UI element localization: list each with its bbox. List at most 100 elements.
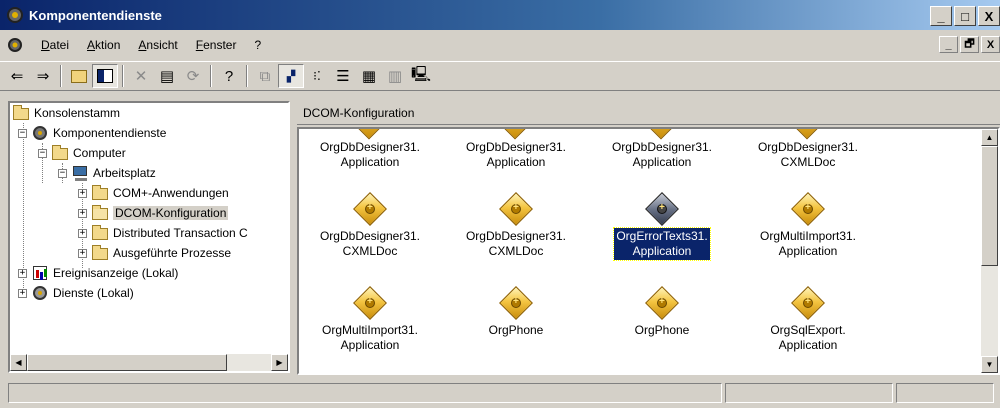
- collapse-icon[interactable]: −: [58, 168, 67, 178]
- computer-icon: 🖳: [410, 65, 431, 83]
- menu-bar: Datei Aktion Ansicht Fenster ? _ 🗗 X: [0, 33, 1000, 57]
- expand-icon[interactable]: +: [18, 288, 27, 298]
- item-label: OrgDbDesigner31. Application: [464, 139, 568, 171]
- item-label: OrgDbDesigner31. CXMLDoc: [318, 228, 422, 260]
- maximize-button[interactable]: □: [954, 6, 976, 26]
- small-icons-button[interactable]: ⁝⁚: [304, 64, 330, 88]
- list-item[interactable]: OrgDbDesigner31. CXMLDoc: [305, 192, 435, 260]
- scroll-up-icon[interactable]: ▲: [981, 129, 998, 146]
- scroll-thumb[interactable]: [27, 354, 227, 371]
- delete-button[interactable]: ✕: [128, 64, 154, 88]
- item-label-line2: Application: [632, 244, 692, 258]
- tree-item-computer[interactable]: − Computer: [38, 143, 126, 163]
- item-label: OrgMultiImport31. Application: [320, 322, 420, 354]
- child-minimize-button[interactable]: _: [939, 36, 958, 53]
- help-icon: ?: [224, 67, 234, 85]
- component-services-icon: [31, 125, 49, 141]
- scroll-left-icon[interactable]: ◀: [10, 354, 27, 371]
- console-tree[interactable]: Konsolenstamm − Komponentendienste − Com…: [8, 101, 290, 373]
- child-close-button[interactable]: X: [981, 36, 1000, 53]
- list-item[interactable]: OrgMultiImport31. Application: [305, 286, 435, 354]
- tree-label: COM+-Anwendungen: [113, 186, 229, 200]
- folder-icon: [51, 145, 69, 161]
- expand-icon[interactable]: +: [78, 228, 87, 238]
- collapse-icon[interactable]: −: [38, 148, 47, 158]
- help-button[interactable]: ?: [216, 64, 242, 88]
- tree-label: DCOM-Konfiguration: [113, 206, 229, 220]
- mmc-icon[interactable]: [7, 37, 23, 53]
- refresh-button[interactable]: ⟳: [180, 64, 206, 88]
- expand-icon[interactable]: +: [78, 208, 87, 218]
- expand-icon[interactable]: +: [78, 248, 87, 258]
- status-panel-2: [725, 383, 893, 403]
- list-item[interactable]: OrgDbDesigner31. Application: [305, 129, 435, 171]
- large-icons-button[interactable]: ▞: [278, 64, 304, 88]
- menu-ansicht[interactable]: Ansicht: [129, 38, 186, 52]
- collapse-icon[interactable]: −: [18, 128, 27, 138]
- window-title: Komponentendienste: [29, 7, 162, 23]
- details-view-button[interactable]: ▦: [356, 64, 382, 88]
- tree-item-dienste[interactable]: + Dienste (Lokal): [18, 283, 134, 303]
- close-button[interactable]: X: [978, 6, 1000, 26]
- list-item[interactable]: OrgDbDesigner31. Application: [451, 129, 581, 171]
- tree-item-ereignisanzeige[interactable]: + Ereignisanzeige (Lokal): [18, 263, 178, 283]
- tree-item-konsolenstamm[interactable]: Konsolenstamm: [12, 103, 120, 123]
- menu-fenster[interactable]: Fenster: [187, 38, 246, 52]
- tree-item-ausgefuehrte-prozesse[interactable]: + Ausgeführte Prozesse: [78, 243, 231, 263]
- scroll-right-icon[interactable]: ▶: [271, 354, 288, 371]
- tree-horizontal-scrollbar[interactable]: ◀ ▶: [10, 354, 288, 371]
- services-gears-icon: [31, 285, 49, 301]
- item-label-line1: OrgDbDesigner31.: [611, 140, 713, 154]
- small-icons-icon: ⁝⁚: [313, 69, 321, 83]
- item-label-line2: Application: [632, 155, 692, 169]
- status-panel-main: [8, 383, 722, 403]
- tree-label: Konsolenstamm: [34, 106, 121, 120]
- list-item[interactable]: OrgPhone: [597, 286, 727, 339]
- child-restore-button[interactable]: 🗗: [960, 36, 979, 53]
- list-item[interactable]: OrgPhone: [451, 286, 581, 339]
- icon-view[interactable]: OrgDbDesigner31. Application OrgDbDesign…: [297, 127, 1000, 375]
- back-button[interactable]: ⇐: [4, 64, 30, 88]
- computer-icon: [71, 165, 89, 181]
- tree-item-com-anwendungen[interactable]: + COM+-Anwendungen: [78, 183, 229, 203]
- scroll-thumb[interactable]: [981, 146, 998, 266]
- folder-icon: [12, 105, 30, 121]
- new-window-button[interactable]: ⧉: [252, 64, 278, 88]
- tree-label: Ereignisanzeige (Lokal): [53, 266, 179, 280]
- result-pane: DCOM-Konfiguration OrgDbDesigner31. Appl…: [297, 101, 1000, 375]
- tree-item-dcom-konfiguration[interactable]: + DCOM-Konfiguration: [78, 203, 229, 223]
- list-item[interactable]: OrgDbDesigner31. CXMLDoc: [451, 192, 581, 260]
- title-bar[interactable]: Komponentendienste _ □ X: [0, 0, 1000, 30]
- up-one-level-button[interactable]: [66, 64, 92, 88]
- component-services-icon: [6, 6, 24, 24]
- item-label-line2: CXMLDoc: [488, 244, 544, 258]
- item-label-line1: OrgDbDesigner31.: [757, 140, 859, 154]
- tree-item-distributed-transaction[interactable]: + Distributed Transaction C: [78, 223, 248, 243]
- list-view-button[interactable]: ☰: [330, 64, 356, 88]
- vertical-scrollbar[interactable]: ▲ ▼: [981, 129, 998, 373]
- expand-icon[interactable]: +: [78, 188, 87, 198]
- tile-button[interactable]: ▥: [382, 64, 408, 88]
- list-item[interactable]: OrgDbDesigner31. Application: [597, 129, 727, 171]
- list-item[interactable]: OrgMultiImport31. Application: [743, 192, 873, 260]
- list-item-selected[interactable]: OrgErrorTexts31. Application: [597, 192, 727, 261]
- show-hide-tree-button[interactable]: [92, 64, 118, 88]
- menu-help[interactable]: ?: [245, 38, 270, 52]
- toolbar-separator: [60, 65, 62, 87]
- minimize-button[interactable]: _: [930, 6, 952, 26]
- tree-label: Distributed Transaction C: [113, 226, 248, 240]
- forward-button[interactable]: ⇒: [30, 64, 56, 88]
- list-item[interactable]: OrgDbDesigner31. CXMLDoc: [743, 129, 873, 171]
- menu-aktion[interactable]: Aktion: [78, 38, 129, 52]
- scroll-down-icon[interactable]: ▼: [981, 356, 998, 373]
- computer-button[interactable]: 🖳: [408, 64, 434, 88]
- tree-item-arbeitsplatz[interactable]: − Arbeitsplatz: [58, 163, 156, 183]
- toolbar-separator: [122, 65, 124, 87]
- list-item[interactable]: OrgSqlExport. Application: [743, 286, 873, 354]
- folder-up-icon: [71, 69, 87, 83]
- menu-datei[interactable]: Datei: [32, 38, 78, 52]
- expand-icon[interactable]: +: [18, 268, 27, 278]
- tree-item-komponentendienste[interactable]: − Komponentendienste: [18, 123, 166, 143]
- status-bar: [0, 381, 1000, 405]
- properties-button[interactable]: ▤: [154, 64, 180, 88]
